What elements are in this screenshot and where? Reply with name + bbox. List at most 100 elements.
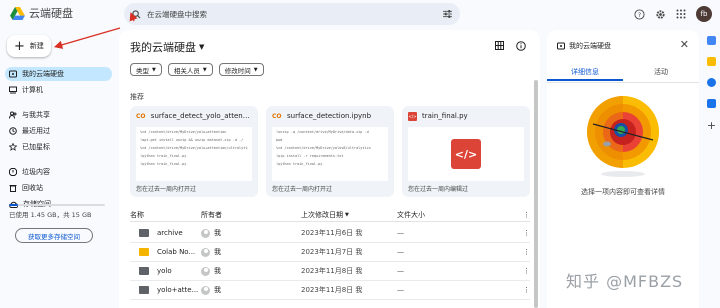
folder-icon (139, 286, 149, 294)
sidebar-item-computers[interactable]: 计算机 (5, 83, 112, 97)
more-options-icon[interactable]: ⋮ (512, 211, 530, 219)
main-panel: 我的云端硬盘 ▼ 类型 ▼ 相关人员 ▼ 修改时间 ▼ 推荐 CO surface_d… (119, 30, 540, 308)
column-modified[interactable]: 上次修改日期 ▼ (301, 210, 397, 220)
page-title-text: 我的云端硬盘 (130, 41, 196, 54)
filter-people[interactable]: 相关人员 ▼ (167, 63, 213, 76)
get-more-storage-button[interactable]: 获取更多存储空间 (15, 228, 93, 243)
preview-line: !python train_final.py (276, 162, 323, 166)
row-more-icon[interactable]: ⋮ (512, 248, 530, 256)
sidebar-item-label: 回收站 (22, 184, 43, 192)
sidebar-item-spam[interactable]: 垃圾内容 (5, 165, 112, 179)
dropdown-arrow-icon: ▼ (253, 66, 258, 73)
apps-grid-icon[interactable] (676, 9, 686, 19)
svg-text:?: ? (638, 10, 641, 18)
filter-label: 类型 (136, 66, 149, 75)
modified-date: 2023年11月8日 我 (301, 286, 363, 294)
sidebar-item-recent[interactable]: 最近用过 (5, 124, 112, 138)
calendar-icon[interactable] (707, 36, 716, 45)
owner-avatar (201, 228, 210, 238)
details-title: 我的云端硬盘 (569, 42, 611, 50)
new-button-label: 新建 (29, 42, 44, 50)
card-preview: %cd /content/drive/MyDrive/yolo+attentio… (136, 127, 252, 181)
sidebar-item-label: 最近用过 (22, 127, 50, 135)
plus-icon: + (14, 38, 25, 54)
column-size[interactable]: 文件大小 (397, 210, 512, 220)
table-row[interactable]: yolo+atte... 我 2023年11月8日 我 — ⋮ (130, 281, 530, 300)
my-drive-icon (9, 70, 17, 78)
table-row[interactable]: archive 我 2023年11月6日 我 — ⋮ (130, 224, 530, 243)
suggested-card[interactable]: CO surface_detection.ipynb !unzip -q /co… (266, 106, 394, 197)
filter-type[interactable]: 类型 ▼ (130, 63, 162, 76)
owner-name: 我 (214, 267, 221, 275)
search-bar[interactable]: 在云端硬盘中搜索 (124, 3, 460, 25)
card-footer: 您在过去一周内打开过 (272, 186, 333, 193)
sidebar-item-label: 已加星标 (22, 143, 50, 151)
card-preview: !unzip -q /content/drive/MyDrive/data.zi… (272, 127, 388, 181)
top-right-toolbar: ? fb (634, 6, 712, 22)
new-button[interactable]: + 新建 (7, 35, 51, 57)
folder-icon (139, 229, 149, 237)
search-input[interactable]: 在云端硬盘中搜索 (147, 9, 437, 20)
file-size: — (397, 248, 404, 256)
storage-usage-text: 已使用 1.45 GB，共 15 GB (9, 211, 92, 219)
preview-line: !unzip -q /content/drive/MyDrive/data.zi… (276, 130, 369, 134)
owner-avatar (201, 247, 210, 257)
trash-icon (9, 185, 17, 192)
sidebar-item-starred[interactable]: 已加星标 (5, 140, 112, 154)
owner-name: 我 (214, 229, 221, 237)
column-name[interactable]: 名称 (130, 210, 201, 220)
suggested-card[interactable]: </> train_final.py </> 您在过去一周内编辑过 (402, 106, 530, 197)
settings-icon[interactable] (655, 9, 666, 20)
tasks-icon[interactable] (707, 78, 716, 87)
help-icon[interactable]: ? (634, 8, 645, 20)
watermark-text: 知乎 @MFBZS (566, 272, 684, 291)
sidebar-item-shared[interactable]: 与我共享 (5, 108, 112, 122)
table-row[interactable]: Colab No... 我 2023年11月7日 我 — ⋮ (130, 243, 530, 262)
app-name: 云端硬盘 (29, 7, 73, 20)
file-size: — (397, 229, 404, 237)
row-more-icon[interactable]: ⋮ (512, 229, 530, 237)
sidebar-item-label: 我的云端硬盘 (22, 70, 64, 78)
storage-bar (9, 204, 105, 206)
drive-logo[interactable]: 云端硬盘 (10, 5, 73, 21)
code-file-icon: </> (451, 139, 481, 169)
info-icon[interactable] (516, 41, 526, 51)
file-size: — (397, 267, 404, 275)
scrollbar[interactable] (534, 80, 538, 308)
dropdown-arrow-icon: ▼ (152, 66, 156, 73)
card-footer: 您在过去一周内编辑过 (408, 186, 469, 193)
sidebar-item-trash[interactable]: 回收站 (5, 181, 112, 195)
contacts-icon[interactable] (707, 99, 716, 108)
dropdown-arrow-icon: ▼ (202, 66, 207, 73)
tab-activity[interactable]: 活动 (623, 67, 699, 81)
sidebar-item-label: 与我共享 (22, 111, 50, 119)
card-footer: 您在过去一周内打开过 (136, 186, 197, 193)
row-more-icon[interactable]: ⋮ (512, 286, 530, 294)
details-illustration (587, 96, 659, 177)
suggested-cards: CO surface_detect_yolo_attenti... %cd /c… (130, 106, 530, 197)
column-owner[interactable]: 所有者 (201, 210, 301, 220)
row-more-icon[interactable]: ⋮ (512, 267, 530, 275)
tab-details[interactable]: 详细信息 (547, 67, 623, 81)
preview-line: !python train_final.py (140, 162, 187, 166)
grid-view-icon[interactable] (495, 41, 504, 50)
suggested-card[interactable]: CO surface_detect_yolo_attenti... %cd /c… (130, 106, 258, 197)
add-addon-icon[interactable]: + (707, 120, 716, 131)
folder-icon (139, 248, 149, 256)
account-avatar[interactable]: fb (696, 6, 712, 22)
owner-avatar (201, 266, 210, 276)
sidebar-item-my-drive[interactable]: 我的云端硬盘 (5, 67, 112, 81)
search-options-icon[interactable] (443, 10, 452, 18)
preview-line: !pip install -r requirements.txt (276, 154, 344, 158)
modified-date: 2023年11月6日 我 (301, 229, 363, 237)
table-row[interactable]: yolo 我 2023年11月8日 我 — ⋮ (130, 262, 530, 281)
search-icon[interactable] (132, 9, 141, 19)
owner-avatar (201, 285, 210, 295)
keep-icon[interactable] (707, 57, 716, 66)
close-icon[interactable]: ✕ (680, 38, 689, 51)
filter-modified[interactable]: 修改时间 ▼ (218, 63, 264, 76)
modified-date: 2023年11月7日 我 (301, 248, 363, 256)
colab-icon: CO (136, 112, 146, 120)
page-title[interactable]: 我的云端硬盘 ▼ (130, 39, 204, 55)
colab-icon: CO (272, 112, 282, 120)
